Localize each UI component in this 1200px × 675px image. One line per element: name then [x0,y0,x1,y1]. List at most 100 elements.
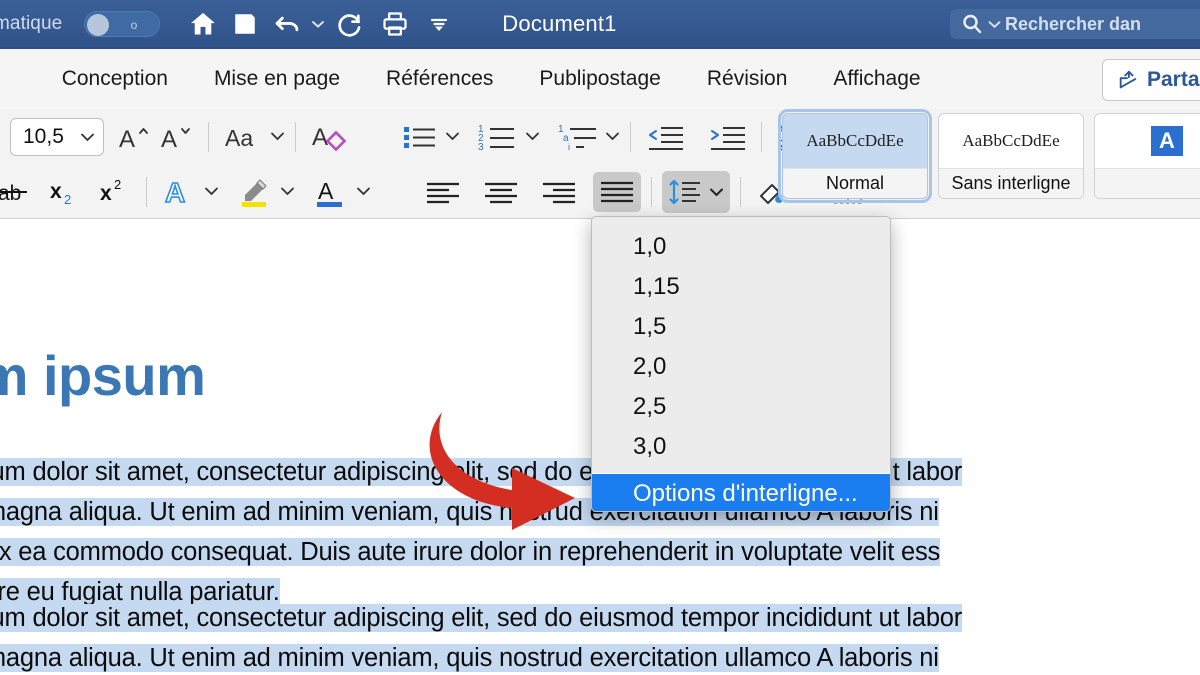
menu-item-1-15[interactable]: 1,15 [592,267,890,307]
undo-icon[interactable] [266,4,308,44]
search-placeholder: Rechercher dan [1005,13,1142,34]
menu-item-2-0[interactable]: 2,0 [592,347,890,387]
divider [295,122,296,152]
divider [146,177,147,207]
ribbon-body: 10,5 A A Aa A 1 2 3 1 a i ab x 2 x 2 A A… [0,109,1200,219]
shrink-font-icon[interactable]: A [156,117,198,157]
style-preview: A [1095,114,1200,168]
customize-toolbar-icon[interactable] [418,4,460,44]
document-heading: em ipsum [0,344,206,407]
paragraph-line: p ex ea commodo consequat. Duis aute iru… [0,538,940,566]
change-case-icon[interactable]: Aa [219,117,267,157]
line-spacing-dropdown-menu[interactable]: 1,0 1,15 1,5 2,0 2,5 3,0 Options d'inter… [591,216,891,512]
menu-item-options-interligne[interactable]: Options d'interligne... [592,474,890,511]
divider [208,122,209,152]
menu-item-1-0[interactable]: 1,0 [592,227,890,267]
svg-text:Aa: Aa [225,125,253,151]
style-name: Sans interligne [939,168,1083,198]
font-size-value: 10,5 [23,125,64,148]
svg-text:A: A [312,124,328,151]
multilevel-list-icon[interactable]: 1 a i [554,117,602,157]
style-card-normal[interactable]: AaBbCcDdEe Normal [778,109,932,203]
clear-formatting-icon[interactable]: A [306,117,356,157]
share-icon [1119,70,1137,89]
style-name [1095,168,1200,198]
style-preview: AaBbCcDdEe [806,131,904,150]
ribbon-tabs: n Conception Mise en page Références Pub… [0,67,921,91]
svg-text:x: x [50,180,62,203]
style-gallery: AaBbCcDdEe Normal AaBbCcDdEe Sans interl… [778,109,1200,203]
subscript-icon[interactable]: x 2 [44,172,86,212]
line-spacing-button[interactable] [662,171,730,213]
search-chevron-icon[interactable] [988,20,1001,29]
strikethrough-icon[interactable]: ab [0,172,36,212]
home-icon[interactable] [182,4,224,44]
font-color-chevron-icon[interactable] [356,183,371,201]
highlight-chevron-icon[interactable] [280,183,295,201]
title-bar: matique o Document1 Rechercher dan [0,0,1200,47]
tab-affichage[interactable]: Affichage [833,67,920,91]
print-icon[interactable] [374,4,416,44]
font-size-input[interactable]: 10,5 [10,118,104,156]
style-name: Normal [783,168,927,198]
tab-revision[interactable]: Révision [707,67,788,91]
ribbon-row-1: 10,5 A A Aa A 1 2 3 1 a i [0,109,879,165]
autosave-toggle[interactable]: o [84,10,161,37]
autosave-label: matique [0,12,63,34]
bullet-list-icon[interactable] [398,117,442,157]
numbered-list-icon[interactable]: 1 2 3 [474,117,522,157]
divider [761,122,762,152]
search-input[interactable]: Rechercher dan [950,9,1200,39]
document-paragraph-2: psum dolor sit amet, consectetur adipisc… [0,598,962,675]
svg-text:2: 2 [114,177,121,192]
align-center-icon[interactable] [477,172,525,212]
text-effects-icon[interactable]: A [157,172,201,212]
align-right-icon[interactable] [535,172,583,212]
svg-text:A: A [165,177,185,208]
quick-access-toolbar [182,4,460,44]
menu-item-1-5[interactable]: 1,5 [592,307,890,347]
divider [651,177,652,207]
divider [630,122,631,152]
numbered-list-chevron-icon[interactable] [525,128,540,146]
paragraph-line: psum dolor sit amet, consectetur adipisc… [0,604,962,632]
bullet-list-chevron-icon[interactable] [445,128,460,146]
decrease-indent-icon[interactable] [641,117,689,157]
justify-icon[interactable] [593,172,641,212]
style-card-third[interactable]: A [1094,113,1200,199]
style-card-sans-interligne[interactable]: AaBbCcDdEe Sans interligne [938,113,1084,199]
change-case-chevron-icon[interactable] [270,128,285,146]
share-button[interactable]: Partag [1102,59,1200,101]
redo-icon[interactable] [328,4,370,44]
search-icon [963,14,982,34]
style-preview-letter: A [1151,126,1183,156]
superscript-icon[interactable]: x 2 [94,172,136,212]
toggle-state-label: o [130,17,138,32]
tab-mise-en-page[interactable]: Mise en page [214,67,340,91]
tab-references[interactable]: Références [386,67,493,91]
svg-text:A: A [318,178,334,204]
highlight-color-icon[interactable] [233,172,277,212]
menu-item-2-5[interactable]: 2,5 [592,387,890,427]
grow-font-icon[interactable]: A [114,117,156,157]
menu-item-3-0[interactable]: 3,0 [592,427,890,467]
svg-text:i: i [568,142,570,152]
share-label: Partag [1147,68,1200,91]
increase-indent-icon[interactable] [703,117,751,157]
svg-text:ab: ab [0,182,21,205]
undo-chevron-icon[interactable] [308,4,328,44]
ribbon-tab-bar: n Conception Mise en page Références Pub… [0,47,1200,109]
svg-text:2: 2 [64,192,71,207]
multilevel-list-chevron-icon[interactable] [605,128,620,146]
document-title: Document1 [502,10,617,36]
align-left-icon[interactable] [419,172,467,212]
tab-conception[interactable]: Conception [62,67,168,91]
toggle-knob [87,13,110,36]
tab-publipostage[interactable]: Publipostage [539,67,660,91]
font-color-icon[interactable]: A [309,172,353,212]
line-spacing-chevron-icon[interactable] [709,187,724,197]
text-effects-chevron-icon[interactable] [204,183,219,201]
paragraph-line: e magna aliqua. Ut enim ad minim veniam,… [0,644,939,672]
chevron-down-icon[interactable] [80,132,95,142]
save-icon[interactable] [224,4,266,44]
